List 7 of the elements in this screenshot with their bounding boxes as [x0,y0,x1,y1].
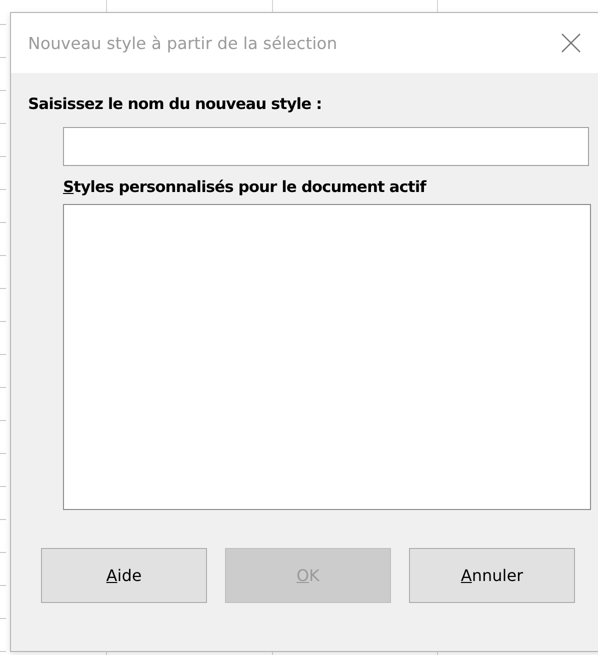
custom-styles-label: Styles personnalisés pour le document actif [63,178,426,196]
window-title: Nouveau style à partir de la sélection [28,34,338,52]
close-icon[interactable] [561,33,581,53]
style-name-field[interactable] [63,127,589,166]
dialog-button[interactable]: Annuler [409,548,575,603]
dialog-button[interactable]: Aide [41,548,207,603]
style-name-label: Saisissez le nom du nouveau style : [28,95,322,113]
